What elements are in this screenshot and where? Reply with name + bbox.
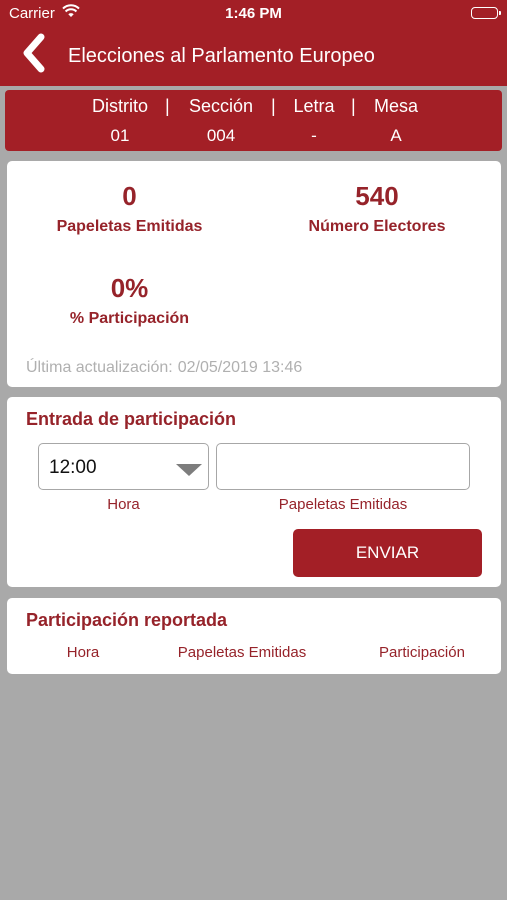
last-update-label: Última actualización: xyxy=(26,359,173,376)
status-bar: Carrier 1:46 PM xyxy=(0,0,507,28)
hour-caption: Hora xyxy=(107,496,140,513)
district-value: 01 xyxy=(110,126,130,145)
stats-card: 0 Papeletas Emitidas 540 Número Electore… xyxy=(7,161,501,387)
letter-column: Letra - xyxy=(286,90,342,151)
voters-stat: 540 Número Electores xyxy=(287,181,467,236)
ballots-issued-stat: 0 Papeletas Emitidas xyxy=(37,181,222,236)
back-button[interactable] xyxy=(16,33,50,78)
entry-card-title: Entrada de participación xyxy=(26,409,237,429)
column-header-ballots: Papeletas Emitidas xyxy=(177,644,307,661)
letter-value: - xyxy=(311,126,317,145)
table-label: Mesa xyxy=(373,96,418,116)
polling-location-bar: Distrito 01 | Sección 004 | Letra - | Me… xyxy=(5,90,502,151)
last-update: Última actualización: 02/05/2019 13:46 xyxy=(26,359,302,377)
participation-value: 0% xyxy=(110,273,149,303)
caret-down-icon xyxy=(176,464,202,476)
participation-entry-card: Entrada de participación 12:00 Hora Pape… xyxy=(7,397,501,587)
separator: | xyxy=(351,96,356,116)
voters-label: Número Electores xyxy=(308,218,446,235)
district-column: Distrito 01 xyxy=(80,90,160,151)
section-value: 004 xyxy=(206,126,236,145)
last-update-value: 02/05/2019 13:46 xyxy=(177,359,303,376)
ballots-issued-value: 0 xyxy=(122,181,137,211)
section-column: Sección 004 xyxy=(180,90,262,151)
ballots-issued-caption: Papeletas Emitidas xyxy=(278,496,408,513)
section-label: Sección xyxy=(188,96,254,116)
ballots-issued-label: Papeletas Emitidas xyxy=(56,218,203,235)
voters-value: 540 xyxy=(355,181,399,211)
navigation-bar: Elecciones al Parlamento Europeo xyxy=(0,28,507,86)
hour-select[interactable]: 12:00 xyxy=(38,443,209,490)
page-title: Elecciones al Parlamento Europeo xyxy=(68,45,375,67)
send-button[interactable]: ENVIAR xyxy=(293,529,482,577)
hour-select-value: 12:00 xyxy=(49,457,97,478)
participation-stat: 0% % Participación xyxy=(47,273,212,328)
column-header-hour: Hora xyxy=(66,644,100,661)
table-column: Mesa A xyxy=(366,90,426,151)
separator: | xyxy=(165,96,170,116)
chevron-left-icon xyxy=(19,33,47,78)
clock: 1:46 PM xyxy=(225,5,282,22)
letter-label: Letra xyxy=(293,96,335,116)
district-label: Distrito xyxy=(91,96,148,116)
ballots-issued-input[interactable] xyxy=(216,443,470,490)
table-value: A xyxy=(390,126,402,145)
battery-icon xyxy=(471,7,501,19)
column-header-participation: Participación xyxy=(379,644,465,661)
reported-participation-card: Participación reportada Hora Papeletas E… xyxy=(7,598,501,674)
participation-label: % Participación xyxy=(69,310,190,327)
separator: | xyxy=(271,96,276,116)
reported-card-title: Participación reportada xyxy=(26,610,228,630)
